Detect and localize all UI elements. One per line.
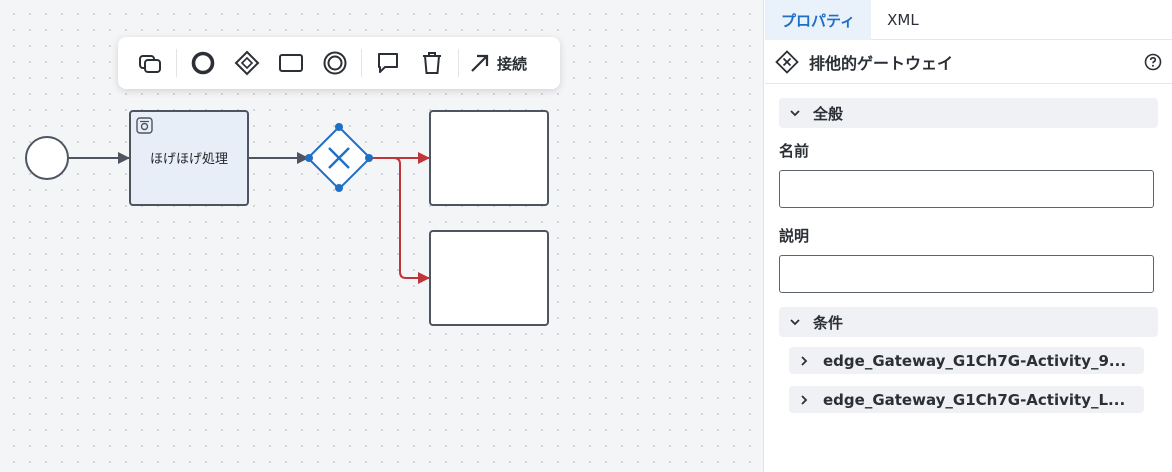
condition-item[interactable]: edge_Gateway_G1Ch7G-Activity_L... — [789, 386, 1144, 413]
properties-panel: プロパティ XML 排他的ゲートウェイ 全般 名前 説明 条件 edge_Gat… — [765, 0, 1172, 472]
comment-icon — [378, 53, 398, 73]
group-conditions-header[interactable]: 条件 — [779, 307, 1158, 337]
connect-button[interactable]: 接続 — [463, 41, 533, 85]
activity-1[interactable] — [429, 110, 549, 206]
subprocess-button[interactable] — [128, 41, 172, 85]
activity-2[interactable] — [429, 230, 549, 326]
connect-label: 接続 — [497, 54, 528, 73]
gateway-icon — [234, 50, 260, 76]
end-event-button[interactable] — [181, 41, 225, 85]
gateway-handle-top[interactable] — [335, 123, 343, 131]
group-general-title: 全般 — [813, 104, 844, 123]
condition-item[interactable]: edge_Gateway_G1Ch7G-Activity_9... — [789, 347, 1144, 374]
gateway-handle-bottom[interactable] — [335, 184, 343, 192]
intermediate-event-icon — [323, 51, 347, 75]
description-input[interactable] — [779, 255, 1154, 293]
connect-arrow-icon — [471, 54, 489, 72]
condition-item-label: edge_Gateway_G1Ch7G-Activity_L... — [823, 390, 1126, 409]
panel-body: 全般 名前 説明 条件 edge_Gateway_G1Ch7G-Activity… — [765, 84, 1172, 472]
panel-tabs: プロパティ XML — [765, 0, 1172, 40]
element-title: 排他的ゲートウェイ — [809, 53, 954, 73]
toolbar-separator — [361, 49, 362, 77]
condition-item-label: edge_Gateway_G1Ch7G-Activity_9... — [823, 351, 1127, 370]
name-label: 名前 — [779, 142, 810, 160]
exclusive-gateway-icon — [775, 49, 799, 74]
chevron-right-icon — [801, 355, 808, 366]
toolbar-separator — [458, 49, 459, 77]
name-input[interactable] — [779, 170, 1154, 208]
task-button[interactable] — [269, 41, 313, 85]
element-header: 排他的ゲートウェイ — [765, 40, 1172, 84]
gateway-button[interactable] — [225, 41, 269, 85]
description-label: 説明 — [779, 227, 810, 245]
delete-button[interactable] — [410, 41, 454, 85]
task-hogehoge[interactable]: ほげほげ処理 — [129, 110, 249, 206]
chevron-down-icon — [790, 110, 800, 117]
chevron-right-icon — [801, 394, 808, 405]
intermediate-event-button[interactable] — [313, 41, 357, 85]
end-event-icon — [191, 51, 215, 75]
task-label: ほげほげ処理 — [150, 152, 228, 167]
tab-properties[interactable]: プロパティ — [765, 0, 872, 40]
toolbar-separator — [176, 49, 177, 77]
task-icon — [279, 54, 303, 72]
sequence-flow-gateway-activity-2[interactable] — [369, 157, 430, 284]
gateway-handle-right[interactable] — [365, 154, 373, 162]
diagram-canvas[interactable]: ほげほげ処理 接続 — [0, 0, 764, 472]
comment-button[interactable] — [366, 41, 410, 85]
chevron-down-icon — [790, 319, 800, 326]
subprocess-icon — [139, 55, 161, 73]
context-toolbar: 接続 — [118, 37, 560, 89]
tab-xml[interactable]: XML — [871, 0, 935, 40]
trash-icon — [423, 52, 441, 74]
help-icon[interactable] — [1144, 53, 1162, 71]
exclusive-gateway[interactable] — [298, 116, 380, 200]
gateway-handle-left[interactable] — [305, 154, 313, 162]
group-conditions-title: 条件 — [813, 313, 844, 332]
group-general-header[interactable]: 全般 — [779, 98, 1158, 128]
start-event[interactable] — [25, 136, 69, 180]
